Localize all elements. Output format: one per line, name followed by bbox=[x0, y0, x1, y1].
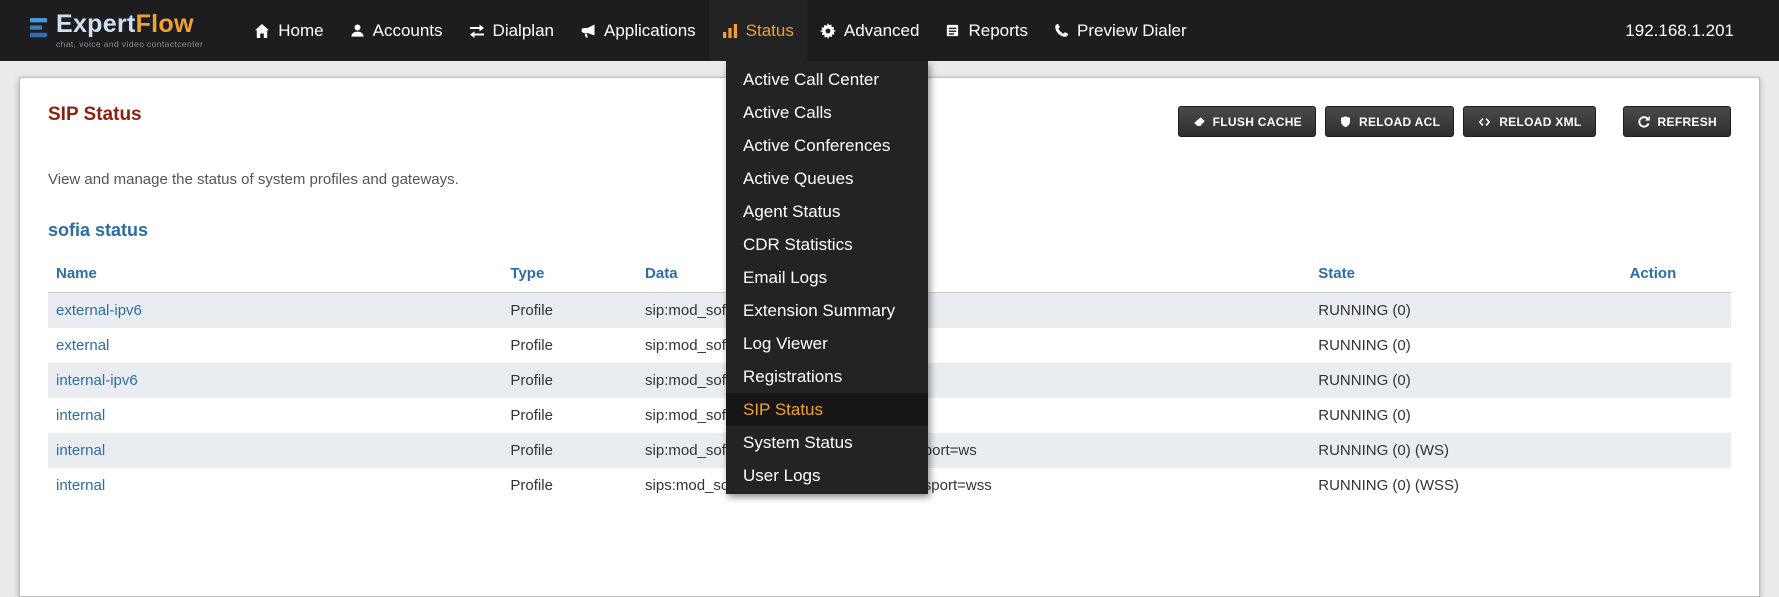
nav-label: Advanced bbox=[844, 21, 920, 41]
server-ip: 192.168.1.201 bbox=[1625, 21, 1734, 41]
nav-item-applications[interactable]: Applications bbox=[567, 0, 709, 61]
state-cell: RUNNING (0) (WSS) bbox=[1310, 468, 1621, 503]
brand-tagline: chat, voice and video contactcenter bbox=[56, 40, 203, 49]
type-cell: Profile bbox=[502, 468, 637, 503]
status-menu-item-extension-summary[interactable]: Extension Summary bbox=[726, 294, 928, 327]
name-cell: internal bbox=[48, 468, 502, 503]
type-cell: Profile bbox=[502, 363, 637, 398]
name-cell: external bbox=[48, 328, 502, 363]
profile-name-link[interactable]: internal bbox=[56, 477, 105, 494]
action-cell bbox=[1622, 398, 1731, 433]
megaphone-icon bbox=[580, 23, 596, 39]
nav-item-reports[interactable]: Reports bbox=[932, 0, 1041, 61]
state-cell: RUNNING (0) bbox=[1310, 328, 1621, 363]
nav-label: Accounts bbox=[373, 21, 443, 41]
arrows-icon bbox=[469, 23, 485, 39]
status-menu-item-active-call-center[interactable]: Active Call Center bbox=[726, 63, 928, 96]
page-title: SIP Status bbox=[48, 104, 142, 126]
state-cell: RUNNING (0) bbox=[1310, 293, 1621, 329]
nav-item-accounts[interactable]: Accounts bbox=[337, 0, 456, 61]
gear-icon bbox=[820, 23, 836, 39]
toolbar: FLUSH CACHE RELOAD ACL RELOAD XML bbox=[1178, 106, 1731, 137]
profile-name-link[interactable]: internal-ipv6 bbox=[56, 372, 138, 389]
user-icon bbox=[350, 23, 365, 38]
status-menu-item-active-conferences[interactable]: Active Conferences bbox=[726, 129, 928, 162]
name-cell: external-ipv6 bbox=[48, 293, 502, 329]
status-menu-item-active-queues[interactable]: Active Queues bbox=[726, 162, 928, 195]
state-cell: RUNNING (0) bbox=[1310, 363, 1621, 398]
main-nav: Home Accounts Dialplan Applications Stat… bbox=[241, 0, 1199, 61]
nav-label: Reports bbox=[968, 21, 1028, 41]
profile-name-link[interactable]: internal bbox=[56, 442, 105, 459]
nav-item-home[interactable]: Home bbox=[241, 0, 336, 61]
column-header-type[interactable]: Type bbox=[502, 257, 637, 293]
bar-chart-icon bbox=[722, 23, 738, 39]
state-cell: RUNNING (0) bbox=[1310, 398, 1621, 433]
nav-label: Dialplan bbox=[493, 21, 554, 41]
action-cell bbox=[1622, 293, 1731, 329]
profile-name-link[interactable]: external-ipv6 bbox=[56, 302, 142, 319]
type-cell: Profile bbox=[502, 398, 637, 433]
type-cell: Profile bbox=[502, 328, 637, 363]
profile-name-link[interactable]: internal bbox=[56, 407, 105, 424]
nav-label: Status bbox=[746, 21, 794, 41]
status-menu-item-log-viewer[interactable]: Log Viewer bbox=[726, 327, 928, 360]
profile-name-link[interactable]: external bbox=[56, 337, 109, 354]
top-navbar: ExpertFlow chat, voice and video contact… bbox=[0, 0, 1779, 61]
action-cell bbox=[1622, 363, 1731, 398]
logo-bars-icon bbox=[30, 17, 49, 44]
home-icon bbox=[254, 23, 270, 39]
action-cell bbox=[1622, 468, 1731, 503]
report-icon bbox=[945, 23, 960, 38]
column-header-name[interactable]: Name bbox=[48, 257, 502, 293]
name-cell: internal-ipv6 bbox=[48, 363, 502, 398]
status-menu-item-cdr-statistics[interactable]: CDR Statistics bbox=[726, 228, 928, 261]
action-cell bbox=[1622, 328, 1731, 363]
nav-label: Home bbox=[278, 21, 323, 41]
name-cell: internal bbox=[48, 398, 502, 433]
phone-icon bbox=[1054, 23, 1069, 38]
nav-label: Applications bbox=[604, 21, 696, 41]
reload-acl-button[interactable]: RELOAD ACL bbox=[1325, 106, 1454, 137]
code-icon bbox=[1477, 115, 1492, 129]
nav-item-preview-dialer[interactable]: Preview Dialer bbox=[1041, 0, 1200, 61]
state-cell: RUNNING (0) (WS) bbox=[1310, 433, 1621, 468]
shield-icon bbox=[1339, 115, 1352, 129]
status-menu-item-active-calls[interactable]: Active Calls bbox=[726, 96, 928, 129]
type-cell: Profile bbox=[502, 293, 637, 329]
refresh-button[interactable]: REFRESH bbox=[1623, 106, 1731, 137]
brand-logo[interactable]: ExpertFlow chat, voice and video contact… bbox=[30, 12, 203, 49]
status-dropdown-menu: Active Call Center Active Calls Active C… bbox=[726, 61, 928, 494]
refresh-icon bbox=[1637, 115, 1651, 129]
eraser-icon bbox=[1192, 115, 1206, 129]
type-cell: Profile bbox=[502, 433, 637, 468]
reload-xml-button[interactable]: RELOAD XML bbox=[1463, 106, 1595, 137]
action-cell bbox=[1622, 433, 1731, 468]
brand-name: ExpertFlow bbox=[56, 12, 203, 37]
nav-label: Preview Dialer bbox=[1077, 21, 1187, 41]
status-menu-item-system-status[interactable]: System Status bbox=[726, 426, 928, 459]
name-cell: internal bbox=[48, 433, 502, 468]
flush-cache-button[interactable]: FLUSH CACHE bbox=[1178, 106, 1316, 137]
status-menu-item-sip-status[interactable]: SIP Status bbox=[726, 393, 928, 426]
nav-item-advanced[interactable]: Advanced bbox=[807, 0, 933, 61]
nav-item-status[interactable]: Status bbox=[709, 0, 807, 61]
status-menu-item-email-logs[interactable]: Email Logs bbox=[726, 261, 928, 294]
status-menu-item-agent-status[interactable]: Agent Status bbox=[726, 195, 928, 228]
nav-item-dialplan[interactable]: Dialplan bbox=[456, 0, 567, 61]
column-header-action[interactable]: Action bbox=[1622, 257, 1731, 293]
status-menu-item-registrations[interactable]: Registrations bbox=[726, 360, 928, 393]
status-menu-item-user-logs[interactable]: User Logs bbox=[726, 459, 928, 492]
column-header-state[interactable]: State bbox=[1310, 257, 1621, 293]
